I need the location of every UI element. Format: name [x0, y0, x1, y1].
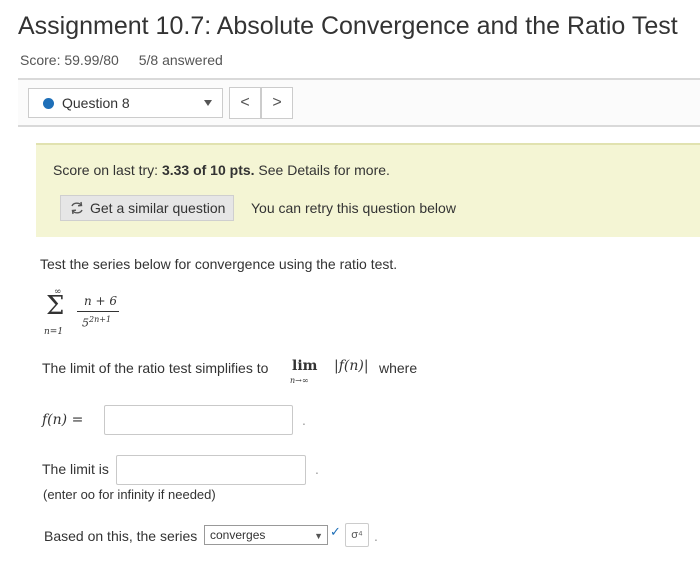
lim-subscript: n→∞ — [290, 376, 309, 385]
prev-question-button[interactable]: < — [229, 87, 261, 119]
retry-text: You can retry this question below — [251, 200, 456, 216]
series-numerator: n + 6 — [84, 294, 118, 308]
f-n-input[interactable] — [104, 405, 293, 435]
abs-f-expression: |f(n)| — [334, 358, 369, 374]
period: . — [315, 461, 319, 477]
last-try-score-text: Score on last try: 3.33 of 10 pts. See D… — [53, 162, 390, 178]
where-text: where — [379, 360, 418, 376]
series-denominator: 52n+1 — [82, 315, 111, 330]
limit-is-label: The limit is — [42, 461, 109, 477]
fraction-bar — [77, 311, 119, 312]
denominator-base: 5 — [82, 316, 89, 330]
answered-count: 5/8 answered — [138, 52, 223, 68]
question-select[interactable]: Question 8 — [28, 88, 223, 118]
score-suffix: See Details for more. — [254, 162, 390, 178]
question-prompt: Test the series below for convergence us… — [40, 256, 398, 272]
check-icon: ✓ — [330, 524, 341, 539]
denominator-exponent: 2n+1 — [89, 315, 112, 324]
last-try-score-box: Score on last try: 3.33 of 10 pts. See D… — [36, 143, 700, 237]
f-label: f(n) = — [42, 412, 84, 428]
score-summary: Score: 59.99/80 5/8 answered — [20, 52, 223, 68]
based-on-label: Based on this, the series — [44, 528, 198, 544]
series-result-value: converges — [210, 528, 266, 542]
assignment-score: Score: 59.99/80 — [20, 52, 119, 68]
infinity-hint: (enter oo for infinity if needed) — [43, 487, 216, 502]
series-result-select[interactable]: converges ▼ — [204, 525, 328, 545]
lim-word: lim — [292, 358, 318, 374]
period: . — [302, 412, 306, 428]
question-nav-bar: Question 8 < > — [18, 80, 700, 127]
refresh-icon — [71, 201, 83, 215]
next-question-button[interactable]: > — [261, 87, 293, 119]
caret-down-icon — [204, 100, 212, 106]
get-similar-question-button[interactable]: Get a similar question — [60, 195, 235, 221]
limit-description: The limit of the ratio test simplifies t… — [42, 360, 269, 376]
score-value: 3.33 of 10 pts. — [161, 162, 255, 178]
series-expression: ∞ Σ n=1 n + 6 52n+1 — [42, 287, 162, 347]
sum-lower-limit: n=1 — [44, 327, 64, 337]
limit-input[interactable] — [116, 455, 306, 485]
question-select-label: Question 8 — [62, 95, 130, 111]
similar-button-label: Get a similar question — [90, 200, 226, 216]
sigma-symbol: Σ — [46, 291, 65, 321]
status-dot-icon — [43, 97, 54, 109]
page-title: Assignment 10.7: Absolute Convergence an… — [18, 12, 678, 40]
chevron-down-icon: ▼ — [314, 531, 323, 541]
math-entry-button[interactable]: σ⁴ — [345, 523, 369, 547]
period: . — [374, 528, 378, 544]
score-prefix: Score on last try: — [53, 162, 162, 178]
